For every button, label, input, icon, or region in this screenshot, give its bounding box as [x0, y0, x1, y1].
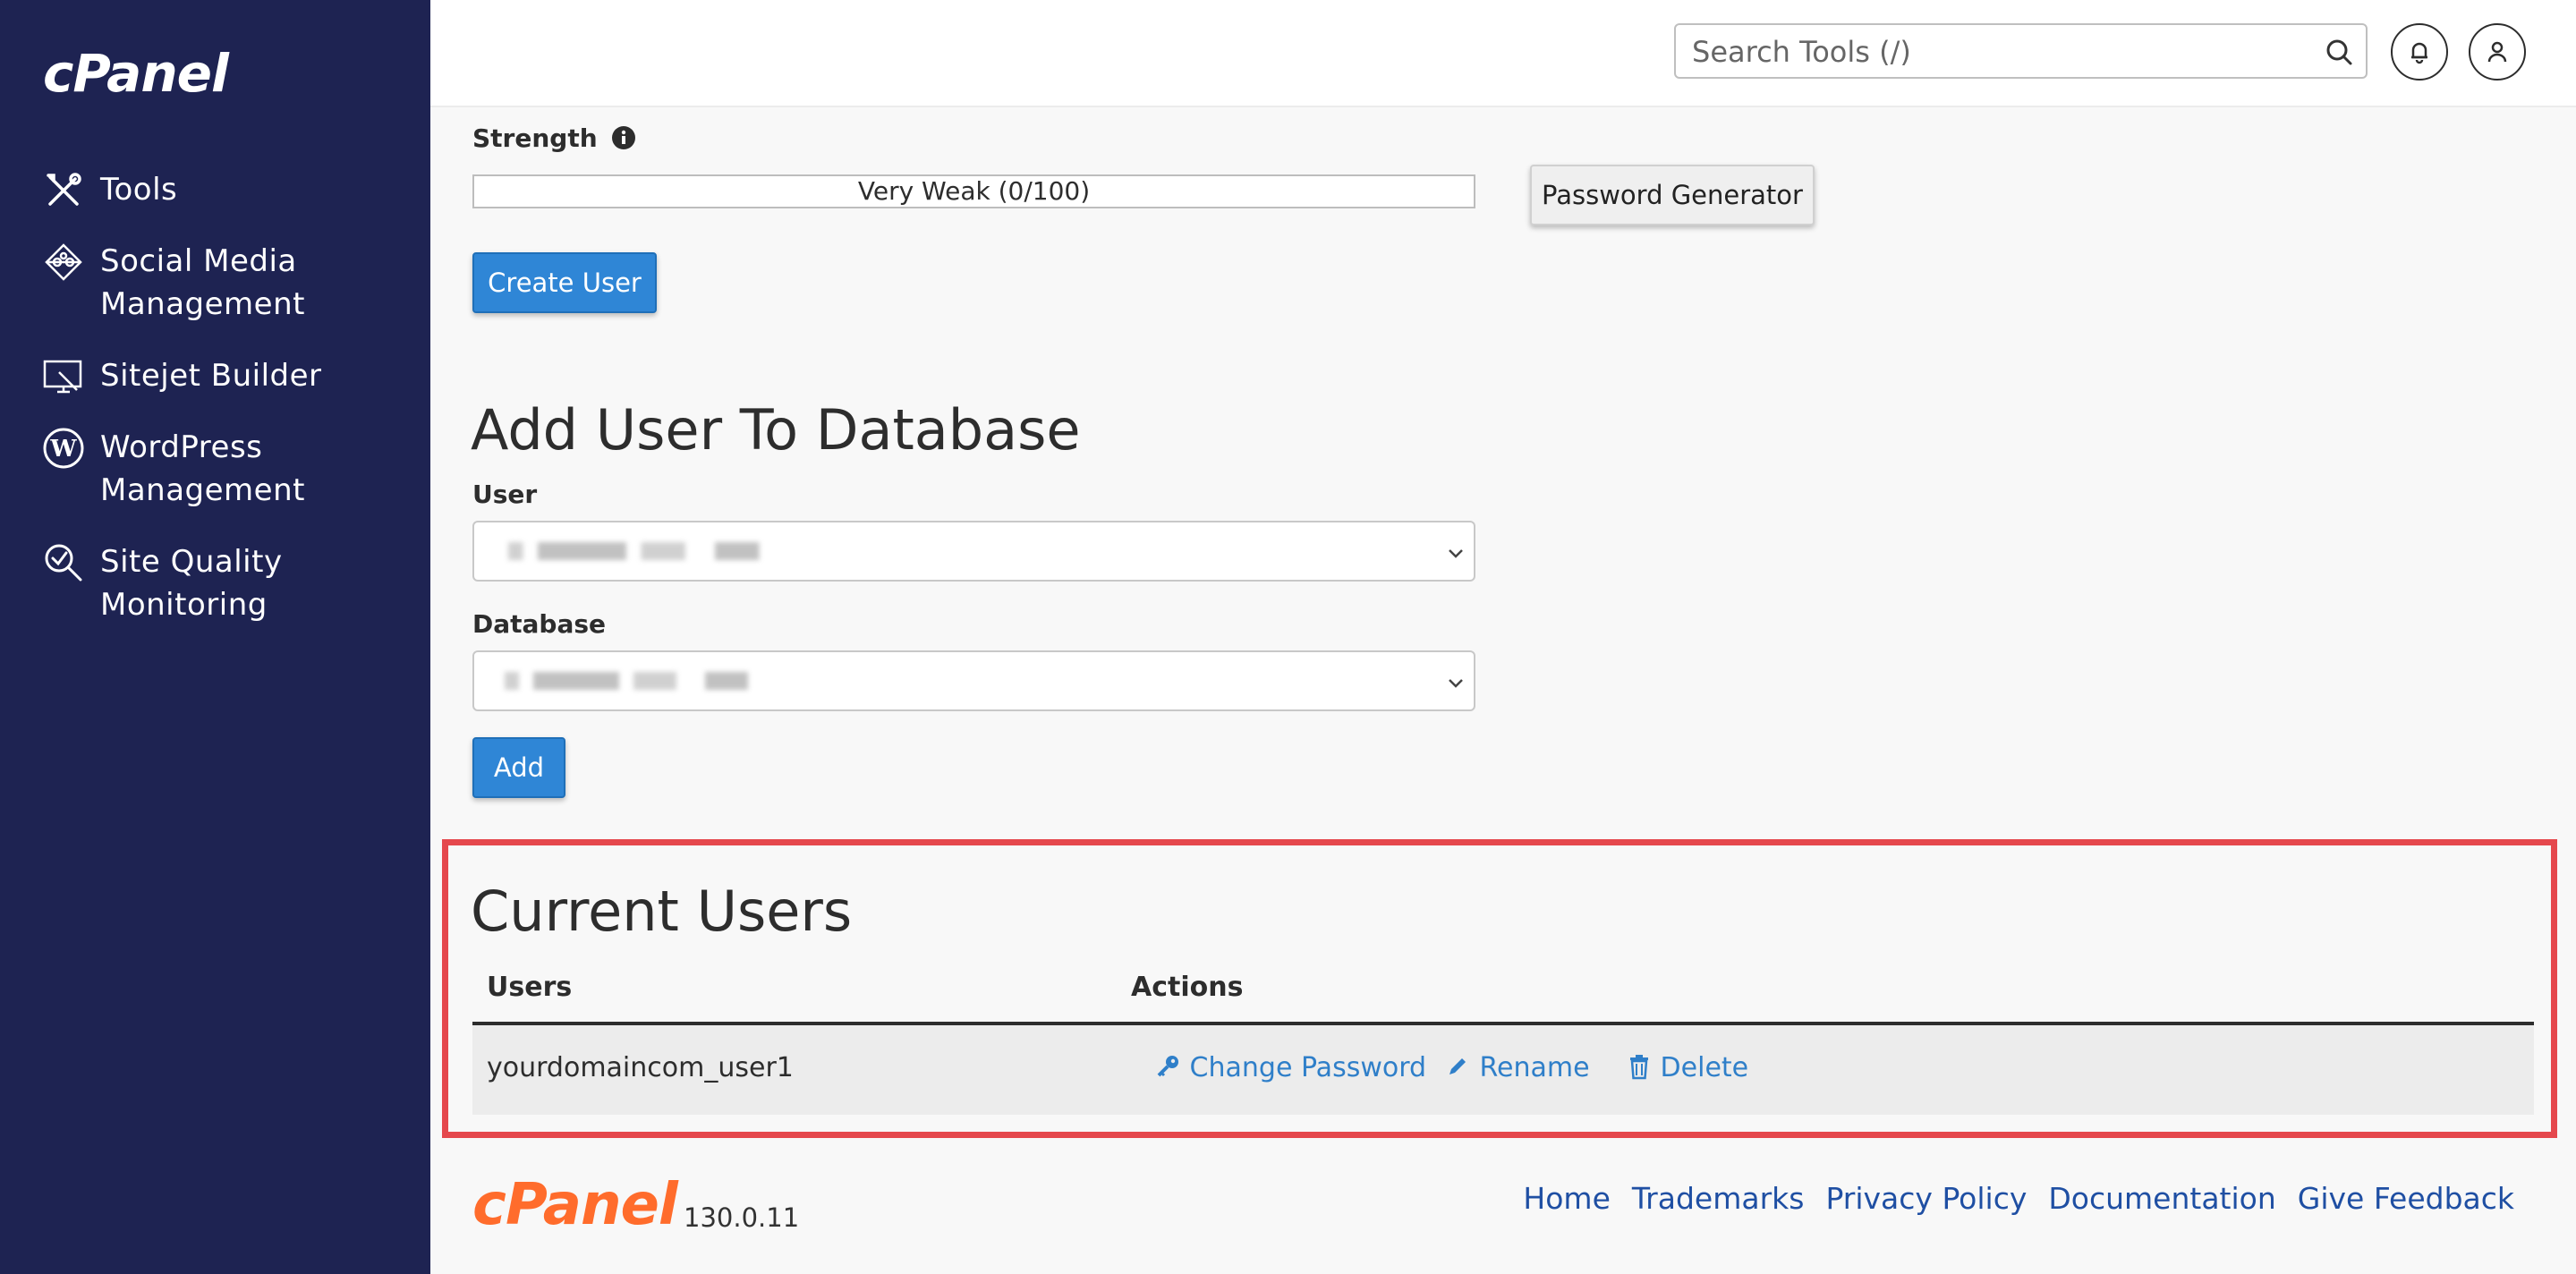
key-icon	[1157, 1056, 1178, 1077]
top-bar	[430, 0, 2576, 107]
delete-label: Delete	[1660, 1052, 1749, 1083]
footer-link-trademarks[interactable]: Trademarks	[1632, 1181, 1805, 1216]
strength-label-text: Strength	[472, 123, 598, 153]
version-number: 130.0.11	[684, 1202, 800, 1233]
account-button[interactable]	[2469, 23, 2526, 81]
notifications-button[interactable]	[2391, 23, 2448, 81]
rename-link[interactable]: Rename	[1444, 1052, 1590, 1083]
password-generator-button[interactable]: Password Generator	[1530, 165, 1815, 225]
database-select[interactable]	[472, 650, 1475, 711]
database-select-value	[505, 672, 791, 690]
sidebar-item-site-quality[interactable]: Site Quality Monitoring	[41, 540, 417, 626]
wordpress-icon: W	[43, 428, 84, 469]
add-user-heading: Add User To Database	[471, 397, 1081, 463]
column-header-users: Users	[487, 972, 573, 1003]
sidebar-item-label: Site Quality Monitoring	[100, 544, 283, 623]
sidebar-item-tools[interactable]: Tools	[41, 168, 417, 213]
chevron-down-icon	[1449, 679, 1463, 688]
database-label: Database	[472, 609, 607, 639]
user-select[interactable]	[472, 521, 1475, 582]
table-header: Users Actions	[472, 957, 2534, 1025]
trash-icon	[1630, 1055, 1648, 1080]
social-media-icon	[45, 243, 82, 281]
current-users-heading: Current Users	[471, 879, 853, 944]
footer-link-documentation[interactable]: Documentation	[2048, 1181, 2275, 1216]
change-password-label: Change Password	[1189, 1052, 1427, 1083]
delete-link[interactable]: Delete	[1627, 1052, 1748, 1083]
footer-cpanel-logo[interactable]: cPanel	[472, 1172, 678, 1238]
bell-icon	[2411, 42, 2427, 64]
search-input[interactable]	[1690, 30, 2302, 73]
sitejet-icon	[43, 360, 82, 394]
footer-link-home[interactable]: Home	[1523, 1181, 1610, 1216]
footer-link-privacy-policy[interactable]: Privacy Policy	[1825, 1181, 2027, 1216]
site-quality-icon	[45, 544, 82, 582]
sidebar-item-label: Sitejet Builder	[100, 358, 322, 394]
svg-text:W: W	[49, 436, 77, 463]
sidebar-item-sitejet[interactable]: Sitejet Builder	[41, 354, 417, 399]
sidebar-item-label: WordPress Management	[100, 429, 305, 508]
pencil-icon	[1450, 1058, 1466, 1074]
tools-icon	[47, 173, 81, 206]
search-icon[interactable]	[2325, 38, 2353, 66]
rename-label: Rename	[1479, 1052, 1590, 1083]
cpanel-logo[interactable]: cPanel	[43, 43, 229, 104]
table-row: yourdomaincom_user1 Change Password Rena…	[472, 1025, 2534, 1115]
column-header-actions: Actions	[1131, 972, 1244, 1003]
strength-label: Strength	[472, 123, 636, 153]
sidebar: cPanel Tools Social Media Management Sit…	[0, 0, 430, 1274]
sidebar-item-label: Social Media Management	[100, 243, 305, 322]
create-user-button[interactable]: Create User	[472, 252, 657, 313]
sidebar-item-label: Tools	[100, 172, 178, 208]
sidebar-item-social-media[interactable]: Social Media Management	[41, 240, 417, 326]
search-box[interactable]	[1674, 23, 2368, 79]
user-label: User	[472, 480, 538, 509]
chevron-down-icon	[1449, 549, 1463, 558]
sidebar-item-wordpress[interactable]: W WordPress Management	[41, 426, 417, 512]
info-icon[interactable]	[611, 125, 636, 150]
user-select-value	[508, 542, 803, 560]
user-name: yourdomaincom_user1	[487, 1052, 794, 1083]
password-strength-meter: Very Weak (0/100)	[472, 174, 1475, 208]
user-icon	[2487, 41, 2507, 63]
add-button[interactable]: Add	[472, 737, 565, 798]
footer-links: Home Trademarks Privacy Policy Documenta…	[1523, 1181, 2514, 1216]
change-password-link[interactable]: Change Password	[1154, 1052, 1426, 1083]
footer-link-give-feedback[interactable]: Give Feedback	[2298, 1181, 2514, 1216]
